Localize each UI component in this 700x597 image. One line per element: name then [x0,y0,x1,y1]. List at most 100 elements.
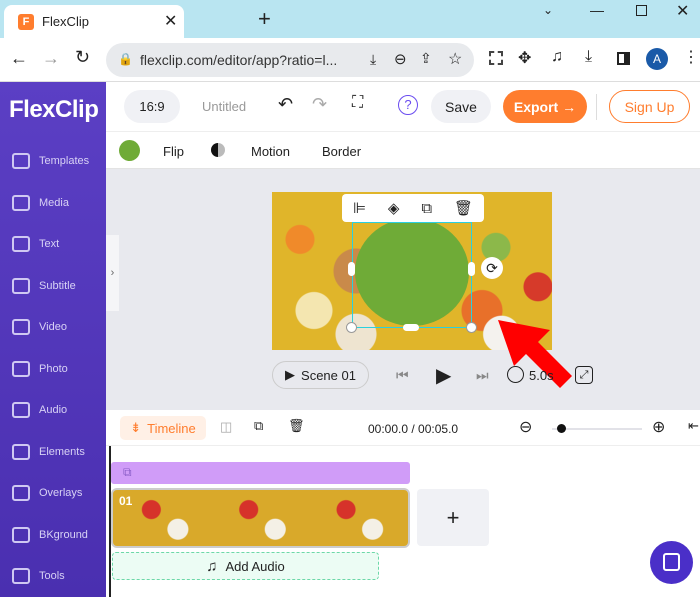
menu-icon[interactable]: ⋮ [683,47,699,67]
duplicate-icon[interactable]: ⧉ [421,200,432,217]
audio-icon [12,402,30,418]
skip-forward-icon[interactable]: ⏭ [476,367,489,384]
collapse-icon[interactable]: ⇤ [688,418,699,434]
forward-icon[interactable]: → [42,48,60,69]
sidebar-item-video[interactable]: Video [0,312,106,342]
delete-icon[interactable]: 🗑 [454,199,473,217]
extensions-icon[interactable]: ✥ [518,48,531,68]
play-icon: ▶ [285,367,296,382]
help-icon[interactable]: ? [398,95,418,115]
sidebar-item-templates[interactable]: Templates [0,146,106,176]
chat-support-button[interactable] [650,541,693,584]
zoom-out-icon[interactable]: ⊖ [519,417,532,437]
minimize-icon[interactable]: — [590,2,604,18]
redo-icon[interactable]: ↷ [312,94,327,115]
templates-icon [12,153,30,169]
split-icon[interactable]: ◫ [220,419,232,435]
sidebar-item-tools[interactable]: Tools [0,561,106,591]
resize-handle[interactable] [348,262,355,276]
close-tab-icon[interactable]: ✕ [164,11,177,31]
save-button[interactable]: Save [431,90,491,123]
zoom-in-icon[interactable]: ⊕ [652,417,665,437]
ratio-button[interactable]: 16:9 [124,90,180,123]
tab-search-icon[interactable]: ⌄ [543,3,553,17]
rotate-icon[interactable]: ⟳ [481,257,503,279]
border-button[interactable]: Border [322,144,361,159]
flexclip-logo[interactable]: FlexClip [9,96,99,124]
opacity-icon[interactable] [211,143,225,157]
add-audio-button[interactable]: ♫ Add Audio [112,552,379,580]
color-swatch[interactable] [119,140,140,161]
sidebar-item-audio[interactable]: Audio [0,395,106,425]
fullscreen-icon[interactable]: ⛶ [352,94,363,112]
resize-handle[interactable] [346,322,357,333]
timeline-button[interactable]: ⇟ Timeline [120,416,206,440]
avatar[interactable]: A [646,48,668,70]
sidebar-item-label: Audio [39,404,68,416]
play-button[interactable]: ▶ [436,363,451,388]
overlays-icon [12,485,30,501]
back-icon[interactable]: ← [10,48,28,69]
lock-icon: 🔒 [118,52,133,66]
browser-tab[interactable]: F FlexClip ✕ [4,5,184,38]
media-icon [12,194,30,211]
install-icon[interactable]: ⤓ [370,51,376,68]
share-icon[interactable]: ⇪ [420,50,432,67]
maximize-icon[interactable] [636,5,647,16]
sidebar-item-media[interactable]: Media [0,188,106,218]
sidebar-item-label: Tools [39,570,65,582]
resize-handle[interactable] [466,322,477,333]
close-window-icon[interactable]: ✕ [676,1,689,21]
bookmark-star-icon[interactable]: ☆ [448,49,462,69]
url-field[interactable]: 🔒 flexclip.com/editor/app?ratio=l... ⤓ ⊖… [106,43,474,77]
zoom-slider-knob[interactable] [556,424,566,433]
skip-back-icon[interactable]: ⏮ [396,367,409,384]
zoom-icon[interactable]: ⊖ [394,50,407,68]
sidebar-item-bkground[interactable]: BKground [0,520,106,550]
align-icon[interactable]: ⊫ [353,199,366,217]
signup-button[interactable]: Sign Up [609,90,690,123]
sidepanel-icon[interactable] [617,52,630,65]
sidebar-item-photo[interactable]: Photo [0,354,106,384]
tab-title: FlexClip [42,14,89,29]
sidebar-item-label: Subtitle [39,279,76,292]
sidebar-item-label: Text [39,238,60,250]
clock-icon[interactable] [507,366,524,383]
sidebar-item-subtitle[interactable]: Subtitle [0,271,106,301]
resize-handle[interactable] [403,324,419,331]
flip-button[interactable]: Flip [163,144,184,159]
reload-icon[interactable]: ↻ [75,47,90,68]
scene-button[interactable]: ▶ Scene 01 [272,361,369,389]
resize-handle[interactable] [468,262,475,276]
video-clip[interactable]: 01 [111,488,410,548]
download-icon[interactable]: ⤓ [585,48,592,66]
expand-panel-handle[interactable]: › [106,235,119,311]
timeline-label: Timeline [147,420,196,436]
photo-icon [12,360,30,377]
project-name[interactable]: Untitled [202,99,246,114]
sidebar-item-text[interactable]: Text [0,229,106,259]
undo-icon[interactable]: ↶ [278,94,293,115]
text-icon [12,236,30,252]
zoom-slider[interactable] [552,428,642,430]
screenshot-icon[interactable] [489,51,503,65]
sidebar-item-elements[interactable]: Elements [0,437,106,467]
add-scene-button[interactable]: + [417,489,489,546]
selection-box[interactable] [352,222,472,328]
delete-clip-icon[interactable]: 🗑 [288,418,305,434]
layers-icon[interactable]: ◈ [388,199,400,217]
sidebar-item-overlays[interactable]: Overlays [0,478,106,508]
sidebar-item-label: Overlays [39,487,83,499]
time-readout: 00:00.0 / 00:05.0 [368,422,459,436]
overlay-track[interactable]: ⧉ [111,462,410,484]
add-audio-label: Add Audio [225,558,285,574]
duration-label[interactable]: 5.0s [529,368,554,383]
scene-label: Scene 01 [301,367,356,383]
preview-fullscreen-icon[interactable]: ⤢ [575,366,593,384]
media-icon[interactable]: ♫ [551,48,563,66]
export-button[interactable]: Export → [503,90,587,123]
motion-button[interactable]: Motion [251,144,290,159]
duplicate-clip-icon[interactable]: ⧉ [254,418,263,434]
sidebar-item-label: Video [39,321,67,333]
new-tab-icon[interactable]: + [258,6,271,32]
